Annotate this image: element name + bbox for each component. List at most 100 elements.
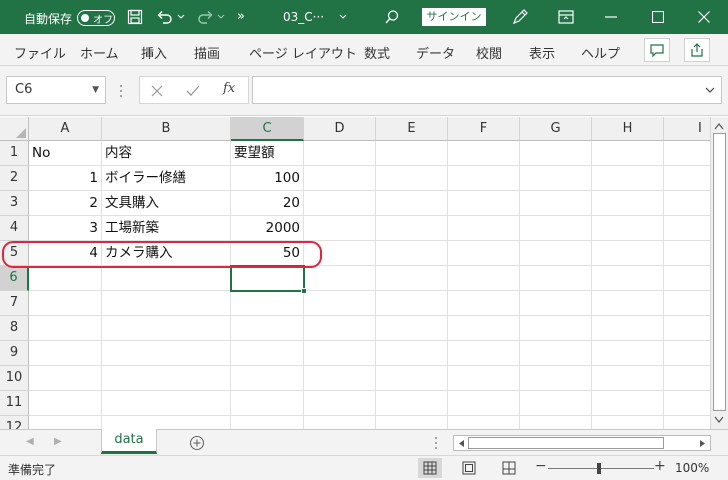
column-header-d[interactable]: D [304,117,376,141]
prev-sheet-icon[interactable]: ◀ [26,436,34,447]
scroll-left-icon[interactable] [457,439,465,448]
gridline [519,141,520,429]
active-cell-c6[interactable] [230,265,305,292]
drag-handle-icon[interactable] [119,84,123,98]
row-header-2[interactable]: 2 [0,166,29,191]
column-header-e[interactable]: E [376,117,448,141]
column-header-g[interactable]: G [520,117,592,141]
normal-view-button[interactable] [418,458,442,478]
page-break-view-icon[interactable] [502,461,516,475]
tab-data[interactable]: データ [416,43,455,62]
cell-c3[interactable]: 20 [231,191,304,216]
name-box[interactable]: C6 ▼ [6,76,106,104]
cell-c4[interactable]: 2000 [231,216,304,241]
chevron-down-icon[interactable] [705,87,715,94]
cell-b3[interactable]: 文具購入 [102,191,231,216]
search-icon[interactable] [384,9,400,25]
row-header-12[interactable]: 12 [0,416,29,429]
gridline [29,390,710,391]
more-commands[interactable]: » [237,9,245,24]
zoom-out-button[interactable]: − [535,458,547,474]
grid-view-icon [423,461,437,475]
column-header-i[interactable]: I [664,117,710,141]
minimize-icon[interactable] [605,16,617,18]
tab-file[interactable]: ファイル [14,43,66,62]
add-sheet-icon[interactable] [189,435,205,451]
row-header-6[interactable]: 6 [0,266,29,291]
status-text: 準備完了 [8,463,57,477]
cell-c2[interactable]: 100 [231,166,304,191]
tab-split-handle-icon[interactable] [434,436,438,450]
scroll-up-icon[interactable] [714,122,724,130]
autosave-toggle[interactable]: オフ [77,10,115,26]
column-header-c[interactable]: C [231,117,304,141]
chevron-down-icon[interactable]: ▼ [92,77,99,103]
scroll-right-icon[interactable] [699,439,707,448]
select-all-corner[interactable] [0,117,29,141]
insert-function-button[interactable]: fx [223,81,235,96]
zoom-level[interactable]: 100% [675,461,709,475]
chevron-down-icon[interactable] [217,14,225,20]
save-icon[interactable] [127,9,143,25]
zoom-slider[interactable] [548,468,654,469]
hscroll-thumb[interactable] [468,437,664,449]
row-header-7[interactable]: 7 [0,291,29,316]
column-header-f[interactable]: F [448,117,520,141]
file-name[interactable]: 03_C··· [283,10,324,24]
page-layout-view-icon[interactable] [462,461,476,475]
chevron-down-icon[interactable] [177,14,185,20]
redo-icon[interactable] [196,9,214,25]
tab-review[interactable]: 校閲 [476,43,502,62]
next-sheet-icon[interactable]: ▶ [54,436,62,447]
tab-page-layout[interactable]: ページ レイアウト [249,43,357,62]
cell-b4[interactable]: 工場新築 [102,216,231,241]
row-header-11[interactable]: 11 [0,391,29,416]
column-header-b[interactable]: B [102,117,231,141]
share-button[interactable] [684,38,710,62]
close-icon[interactable] [698,11,710,23]
scroll-down-icon[interactable] [714,416,724,424]
ribbon-display-icon[interactable] [558,10,574,24]
cell-b1[interactable]: 内容 [102,141,231,166]
cell-b2[interactable]: ボイラー修繕 [102,166,231,191]
fill-handle[interactable] [301,288,307,294]
cell-c1[interactable]: 要望額 [231,141,304,166]
cell-a2[interactable]: 1 [29,166,102,191]
row-header-9[interactable]: 9 [0,341,29,366]
tab-view[interactable]: 表示 [529,43,555,62]
column-header-a[interactable]: A [29,117,102,141]
cell-a1[interactable]: No [29,141,102,166]
sheet-tab-data[interactable]: data [101,429,157,454]
chevron-down-icon[interactable] [339,14,347,20]
cell-a4[interactable]: 3 [29,216,102,241]
tab-insert[interactable]: 挿入 [141,43,167,62]
horizontal-scrollbar[interactable] [453,435,711,451]
comment-icon [650,44,664,58]
row-header-10[interactable]: 10 [0,366,29,391]
gridline [29,365,710,366]
cell-a3[interactable]: 2 [29,191,102,216]
worksheet-grid[interactable]: A B C D E F G H I 1 2 3 4 5 6 7 8 9 10 1… [0,117,710,429]
tab-formulas[interactable]: 数式 [364,43,390,62]
undo-icon[interactable] [156,9,174,25]
zoom-in-button[interactable]: + [654,458,666,474]
row-header-1[interactable]: 1 [0,141,29,166]
comments-button[interactable] [644,38,670,62]
tab-draw[interactable]: 描画 [194,43,220,62]
formula-input[interactable] [252,76,722,104]
sheet-tab-bar: ◀ ▶ data [0,429,728,455]
vertical-scrollbar[interactable] [710,117,728,429]
row-header-3[interactable]: 3 [0,191,29,216]
column-header-h[interactable]: H [592,117,664,141]
tab-home[interactable]: ホーム [80,43,119,62]
tab-help[interactable]: ヘルプ [581,43,620,62]
pen-icon[interactable] [510,7,530,27]
sign-in-button[interactable]: サインイン [422,8,486,26]
cancel-icon[interactable] [151,85,163,97]
maximize-icon[interactable] [652,11,664,23]
row-header-4[interactable]: 4 [0,216,29,241]
zoom-slider-thumb[interactable] [597,463,601,474]
enter-check-icon[interactable] [186,85,200,97]
row-header-8[interactable]: 8 [0,316,29,341]
scroll-thumb[interactable] [713,133,726,411]
